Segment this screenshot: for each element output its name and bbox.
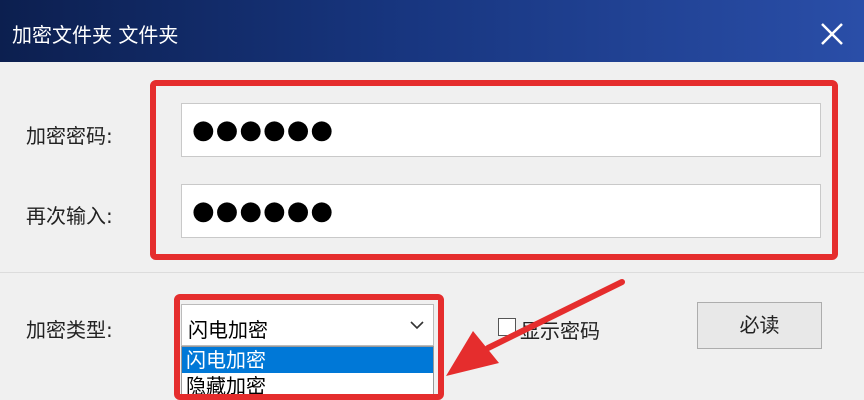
highlight-box-passwords: [150, 80, 838, 260]
title-bar: 加密文件夹 文件夹: [0, 0, 864, 62]
close-icon: [821, 23, 843, 45]
close-button[interactable]: [812, 14, 852, 54]
password-label: 加密密码:: [26, 124, 113, 148]
divider: [0, 272, 864, 273]
must-read-button[interactable]: 必读: [697, 302, 822, 349]
confirm-label: 再次输入:: [26, 204, 113, 228]
window-title: 加密文件夹 文件夹: [12, 23, 179, 47]
show-password-checkbox[interactable]: [498, 318, 516, 336]
highlight-box-type: [174, 294, 444, 400]
show-password-label: 显示密码: [520, 319, 600, 343]
encryption-type-label: 加密类型:: [26, 318, 113, 342]
